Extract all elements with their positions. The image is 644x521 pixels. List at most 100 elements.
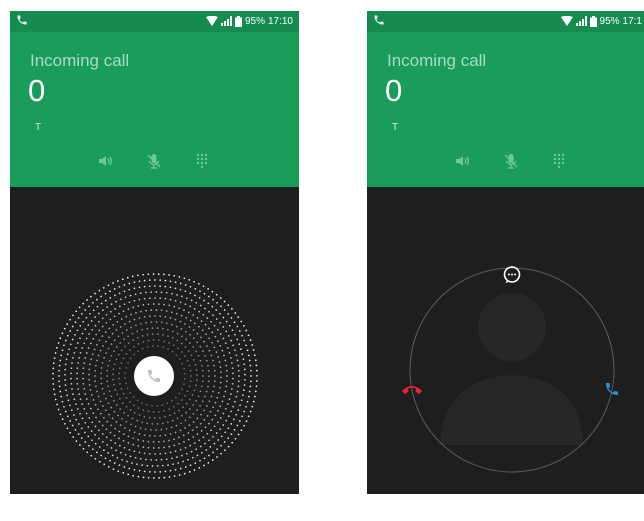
ripple-dot: [211, 459, 214, 461]
ripple-dot: [208, 439, 210, 442]
ripple-dot: [79, 325, 82, 327]
ripple-dot: [227, 437, 230, 439]
caller-label: T: [35, 122, 42, 133]
ripple-dot: [127, 414, 129, 417]
ripple-dot: [133, 318, 136, 321]
ripple-dot: [205, 449, 208, 451]
speaker-icon[interactable]: [453, 152, 471, 170]
ripple-dot: [180, 328, 183, 330]
ripple-dot: [202, 285, 205, 288]
ripple-dot: [61, 332, 64, 335]
ripple-dot: [150, 309, 153, 311]
ripple-dot: [98, 446, 101, 448]
ripple-dot: [115, 404, 118, 406]
ripple-dot: [162, 346, 164, 348]
ripple-dot: [107, 402, 110, 405]
ripple-dot: [165, 291, 168, 294]
ripple-dot: [212, 451, 214, 454]
ripple-dot: [58, 380, 60, 383]
ripple-dot: [176, 456, 178, 458]
ripple-dot: [64, 339, 67, 342]
ripple-dot: [125, 329, 128, 331]
ripple-dot: [107, 385, 109, 388]
ripple-dot: [161, 422, 164, 425]
ripple-dot: [192, 421, 195, 423]
ripple-dot: [97, 408, 99, 411]
ripple-dot: [159, 452, 162, 455]
mute-icon[interactable]: [502, 152, 520, 170]
ripple-dot: [68, 348, 70, 351]
ripple-dot: [115, 346, 118, 348]
ripple-dot: [64, 379, 66, 381]
ripple-dot: [222, 412, 225, 415]
speaker-icon[interactable]: [96, 152, 114, 170]
ripple-dot: [119, 424, 122, 426]
call-screen-right: 95% 17:1 Incoming call 0 T: [367, 11, 644, 494]
ripple-dot: [129, 401, 131, 403]
ripple-dot: [89, 342, 92, 345]
ripple-dot: [71, 325, 74, 328]
ripple-dot: [228, 398, 231, 400]
ripple-dot: [75, 310, 78, 313]
ripple-dot: [115, 421, 118, 423]
answer-button[interactable]: [134, 356, 174, 396]
ripple-dot: [131, 332, 134, 335]
ripple-dot: [122, 392, 125, 395]
ripple-dot: [181, 335, 183, 338]
ripple-dot: [225, 419, 228, 422]
ripple-dot: [101, 362, 104, 364]
ripple-dot: [123, 338, 125, 341]
ripple-dot: [120, 318, 123, 320]
ripple-dot: [184, 303, 187, 306]
ripple-dot: [52, 362, 55, 365]
ripple-dot: [201, 385, 203, 388]
ripple-dot: [154, 471, 156, 473]
ripple-dot: [53, 388, 55, 391]
ripple-dot: [179, 301, 182, 304]
ripple-dot: [67, 415, 69, 418]
ripple-dot: [204, 354, 206, 357]
ripple-dot: [198, 467, 201, 469]
ripple-dot: [169, 433, 172, 435]
ripple-dot: [202, 375, 204, 377]
ripple-dot: [178, 409, 180, 412]
ripple-dot: [137, 350, 139, 353]
ripple-dot: [255, 364, 258, 367]
ripple-dot: [137, 438, 140, 441]
ripple-dot: [241, 353, 244, 355]
ripple-dot: [195, 369, 198, 371]
answer-icon[interactable]: [604, 381, 620, 397]
ripple-dot: [76, 372, 78, 375]
ripple-dot: [145, 321, 147, 324]
dialpad-icon[interactable]: [550, 152, 568, 170]
ripple-dot: [133, 299, 136, 302]
ripple-dot: [166, 402, 169, 405]
ripple-dot: [177, 402, 179, 405]
ripple-dot: [179, 429, 182, 432]
ripple-dot: [193, 389, 196, 392]
ripple-dot: [171, 330, 174, 333]
mute-icon[interactable]: [145, 152, 163, 170]
ripple-dot: [141, 335, 144, 337]
decline-icon[interactable]: [401, 382, 423, 396]
ripple-dot: [90, 394, 93, 396]
ripple-dot: [195, 426, 198, 428]
message-icon[interactable]: [502, 265, 522, 285]
ripple-dot: [193, 308, 196, 310]
ripple-dot: [170, 426, 173, 429]
swipe-targets-layer: [409, 267, 615, 473]
ripple-dot: [245, 405, 247, 408]
ripple-dot: [148, 285, 151, 288]
ripple-dot: [234, 400, 236, 403]
ripple-dot: [132, 396, 135, 398]
ripple-dot: [179, 320, 182, 323]
ripple-dot: [52, 377, 54, 380]
ripple-dot: [100, 372, 102, 375]
ripple-dot: [70, 377, 72, 380]
ripple-dot: [155, 291, 158, 293]
ripple-dot: [142, 341, 145, 343]
dialpad-icon[interactable]: [193, 152, 211, 170]
ripple-dot: [151, 327, 154, 329]
ripple-dot: [195, 399, 197, 402]
ripple-dot: [219, 322, 221, 324]
